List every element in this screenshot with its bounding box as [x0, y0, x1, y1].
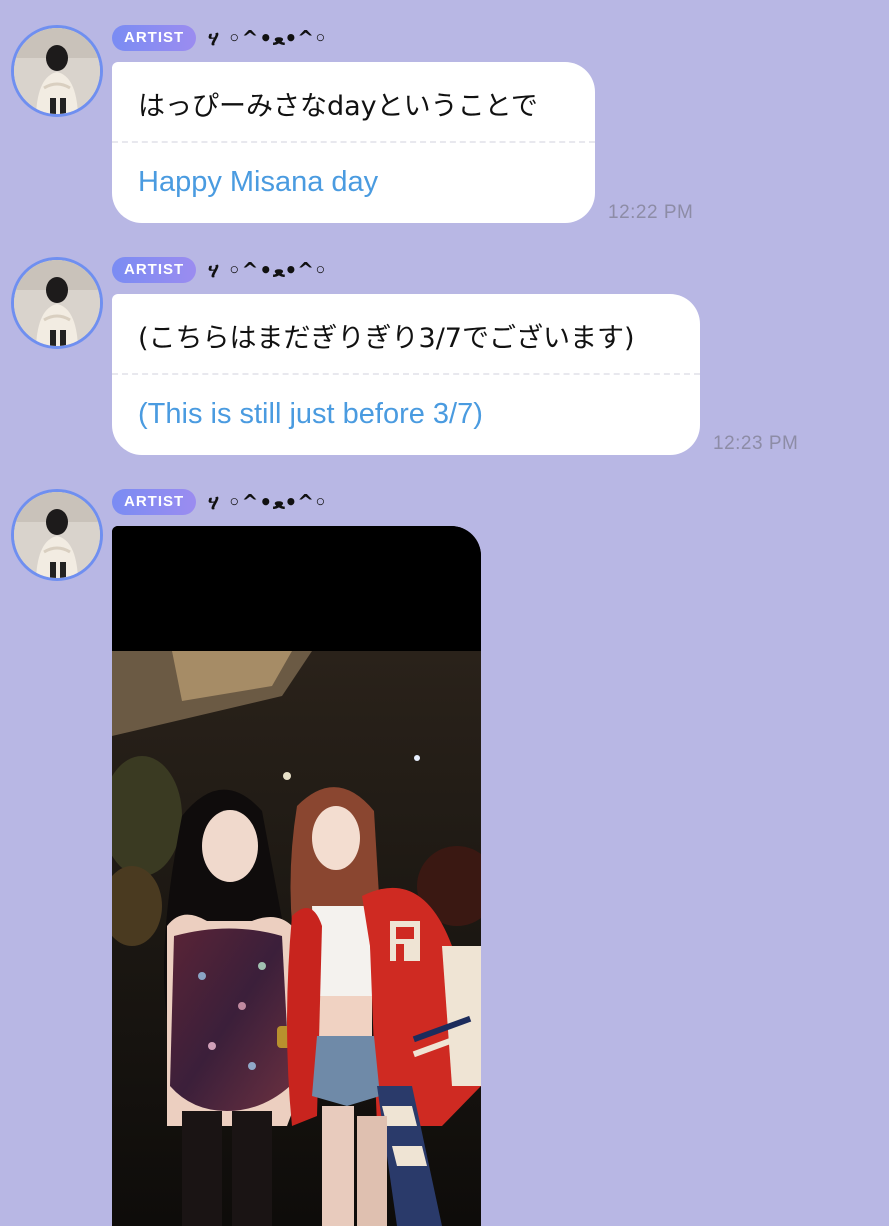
avatar[interactable] — [11, 489, 103, 581]
sender-name: ሃ ◦^•ﻌ•^◦ — [208, 490, 327, 514]
chat-message: ARTIST ሃ ◦^•ﻌ•^◦ — [0, 0, 889, 1226]
sender-meta: ARTIST ሃ ◦^•ﻌ•^◦ — [112, 489, 327, 515]
photo-attachment[interactable] — [112, 526, 481, 1226]
artist-badge: ARTIST — [112, 489, 197, 515]
avatar-image — [14, 492, 100, 578]
photo-image — [112, 526, 481, 1226]
